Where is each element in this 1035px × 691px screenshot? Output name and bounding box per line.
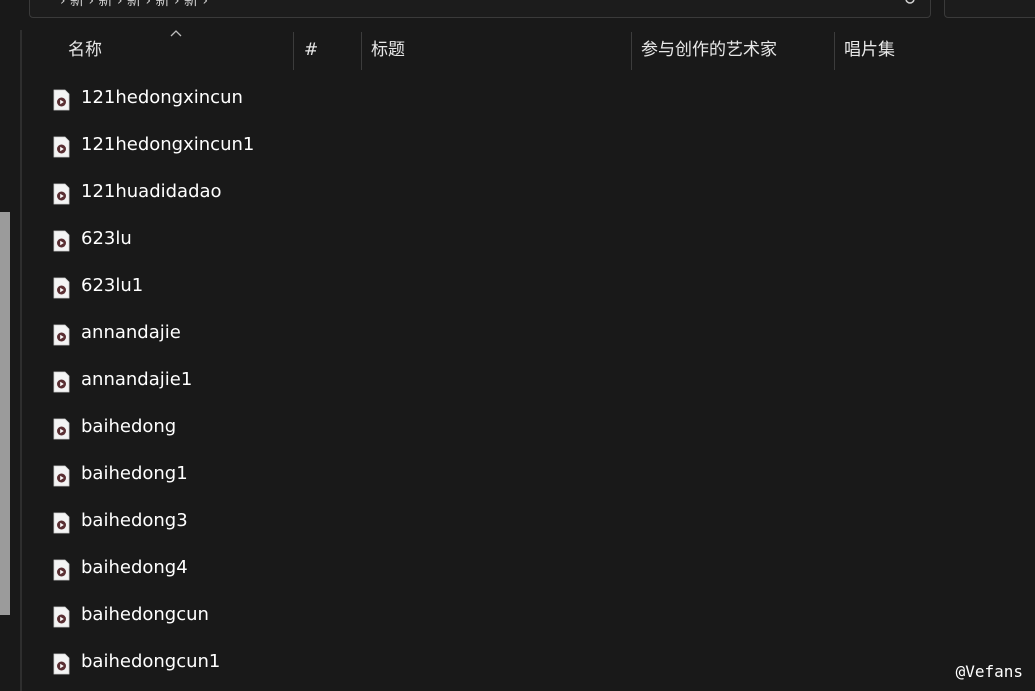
refresh-icon[interactable] [904, 0, 916, 5]
file-row[interactable]: baihedongcun1 [22, 641, 922, 688]
video-file-icon [53, 89, 70, 111]
video-file-icon [53, 324, 70, 346]
file-explorer-window: › 新 › 新 › 新 › 新 › 新 › 名称 # 标题 参与创作的艺术家 唱… [0, 0, 1035, 691]
video-file-icon [53, 371, 70, 393]
file-name: baihedong [81, 416, 177, 437]
video-file-icon [53, 183, 70, 205]
search-box[interactable] [944, 0, 1035, 18]
file-name: baihedong4 [81, 557, 188, 578]
file-row[interactable]: 623lu1 [22, 265, 922, 312]
column-header-album[interactable]: 唱片集 [844, 30, 895, 70]
file-row[interactable]: baihedong4 [22, 547, 922, 594]
file-row[interactable]: baihedong [22, 406, 922, 453]
file-name: baihedong1 [81, 463, 188, 484]
video-file-icon [53, 653, 70, 675]
file-name: baihedong3 [81, 510, 188, 531]
file-name: 623lu1 [81, 275, 144, 296]
file-name: annandajie [81, 322, 181, 343]
watermark: @Vefans [955, 662, 1023, 681]
file-name: 121huadidadao [81, 181, 222, 202]
file-name: 121hedongxincun [81, 87, 243, 108]
column-divider[interactable] [293, 32, 294, 70]
file-row[interactable]: 121huadidadao [22, 171, 922, 218]
video-file-icon [53, 418, 70, 440]
file-name: baihedongcun1 [81, 651, 221, 672]
column-divider[interactable] [834, 32, 835, 70]
breadcrumb[interactable]: › 新 › 新 › 新 › 新 › 新 › [60, 0, 208, 10]
column-divider[interactable] [631, 32, 632, 70]
column-header-title[interactable]: 标题 [371, 30, 405, 70]
video-file-icon [53, 512, 70, 534]
column-header-row: 名称 # 标题 参与创作的艺术家 唱片集 [22, 30, 1035, 70]
navigation-pane-scrollbar[interactable] [0, 212, 10, 615]
file-row[interactable]: annandajie1 [22, 359, 922, 406]
sort-ascending-icon [170, 30, 182, 37]
column-divider[interactable] [361, 32, 362, 70]
column-header-contributing-artists[interactable]: 参与创作的艺术家 [641, 30, 777, 70]
file-row[interactable]: 121hedongxincun1 [22, 124, 922, 171]
column-header-number[interactable]: # [304, 30, 318, 70]
video-file-icon [53, 465, 70, 487]
video-file-icon [53, 606, 70, 628]
video-file-icon [53, 559, 70, 581]
file-row[interactable]: baihedong3 [22, 500, 922, 547]
file-list: 121hedongxincun 121hedongxincun1 121huad… [22, 77, 922, 688]
file-name: 121hedongxincun1 [81, 134, 255, 155]
video-file-icon [53, 136, 70, 158]
file-row[interactable]: baihedong1 [22, 453, 922, 500]
file-name: annandajie1 [81, 369, 193, 390]
file-row[interactable]: baihedongcun [22, 594, 922, 641]
column-header-name[interactable]: 名称 [68, 30, 102, 70]
file-row[interactable]: 121hedongxincun [22, 77, 922, 124]
address-bar[interactable]: › 新 › 新 › 新 › 新 › 新 › [29, 0, 931, 18]
video-file-icon [53, 230, 70, 252]
file-name: baihedongcun [81, 604, 209, 625]
file-name: 623lu [81, 228, 132, 249]
file-row[interactable]: 623lu [22, 218, 922, 265]
video-file-icon [53, 277, 70, 299]
file-row[interactable]: annandajie [22, 312, 922, 359]
